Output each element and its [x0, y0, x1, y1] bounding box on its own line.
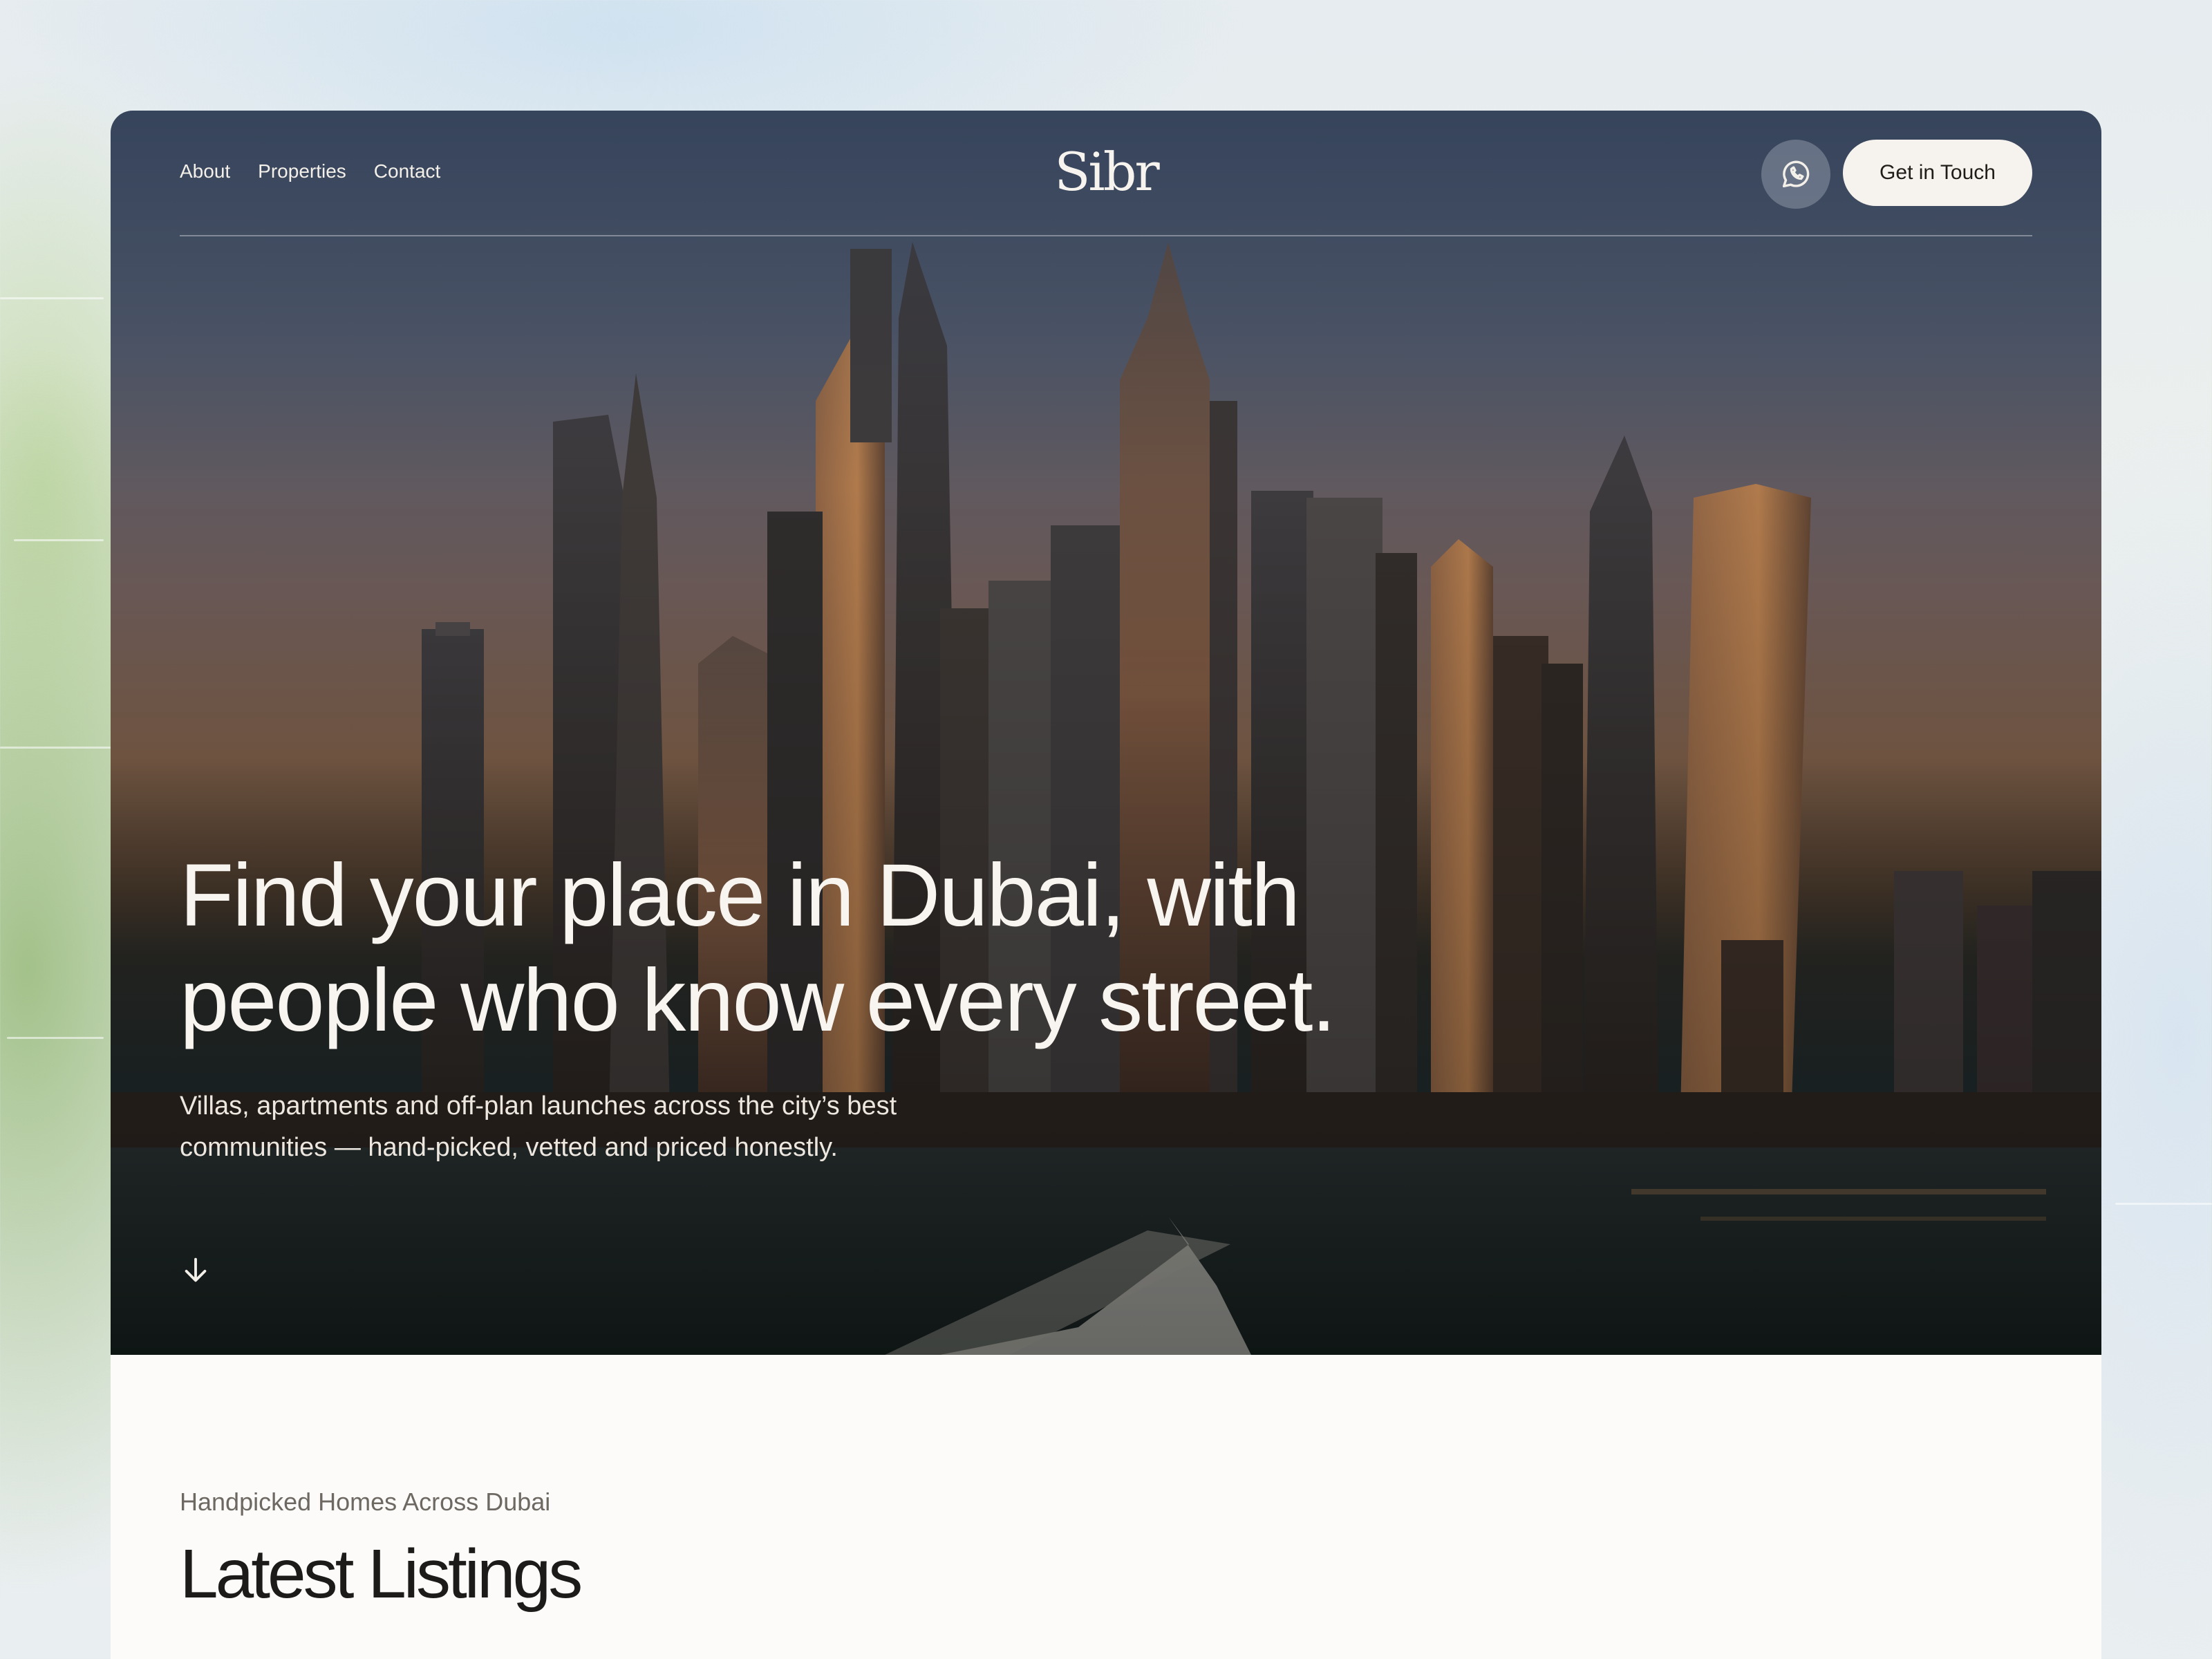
whatsapp-button[interactable] — [1761, 140, 1830, 209]
nav-link-contact[interactable]: Contact — [374, 160, 441, 182]
nav-link-properties[interactable]: Properties — [258, 160, 346, 182]
listings-eyebrow: Handpicked Homes Across Dubai — [180, 1488, 551, 1516]
background-streak — [0, 297, 104, 299]
listings-title: Latest Listings — [180, 1535, 583, 1613]
background-streak — [7, 1037, 104, 1039]
background-streak — [2115, 1203, 2212, 1205]
background-streak — [14, 539, 104, 541]
get-in-touch-button[interactable]: Get in Touch — [1843, 140, 2032, 206]
hero-overlay — [111, 111, 2101, 1355]
whatsapp-icon — [1782, 160, 1810, 188]
page-card: About Properties Contact Sibr Get in Tou… — [111, 111, 2101, 1659]
hero-headline: Find your place in Dubai, with people wh… — [180, 846, 1336, 1050]
background-streak — [0, 747, 111, 749]
nav-link-about[interactable]: About — [180, 160, 230, 182]
hero-subtitle: Villas, apartments and off-plan launches… — [180, 1091, 897, 1162]
nav-links: About Properties Contact — [180, 160, 440, 182]
arrow-down-icon[interactable] — [180, 1254, 212, 1286]
brand-logo[interactable]: Sibr — [1054, 141, 1159, 203]
hero-section: About Properties Contact Sibr Get in Tou… — [111, 111, 2101, 1355]
top-navigation: About Properties Contact Sibr Get in Tou… — [180, 111, 2032, 236]
